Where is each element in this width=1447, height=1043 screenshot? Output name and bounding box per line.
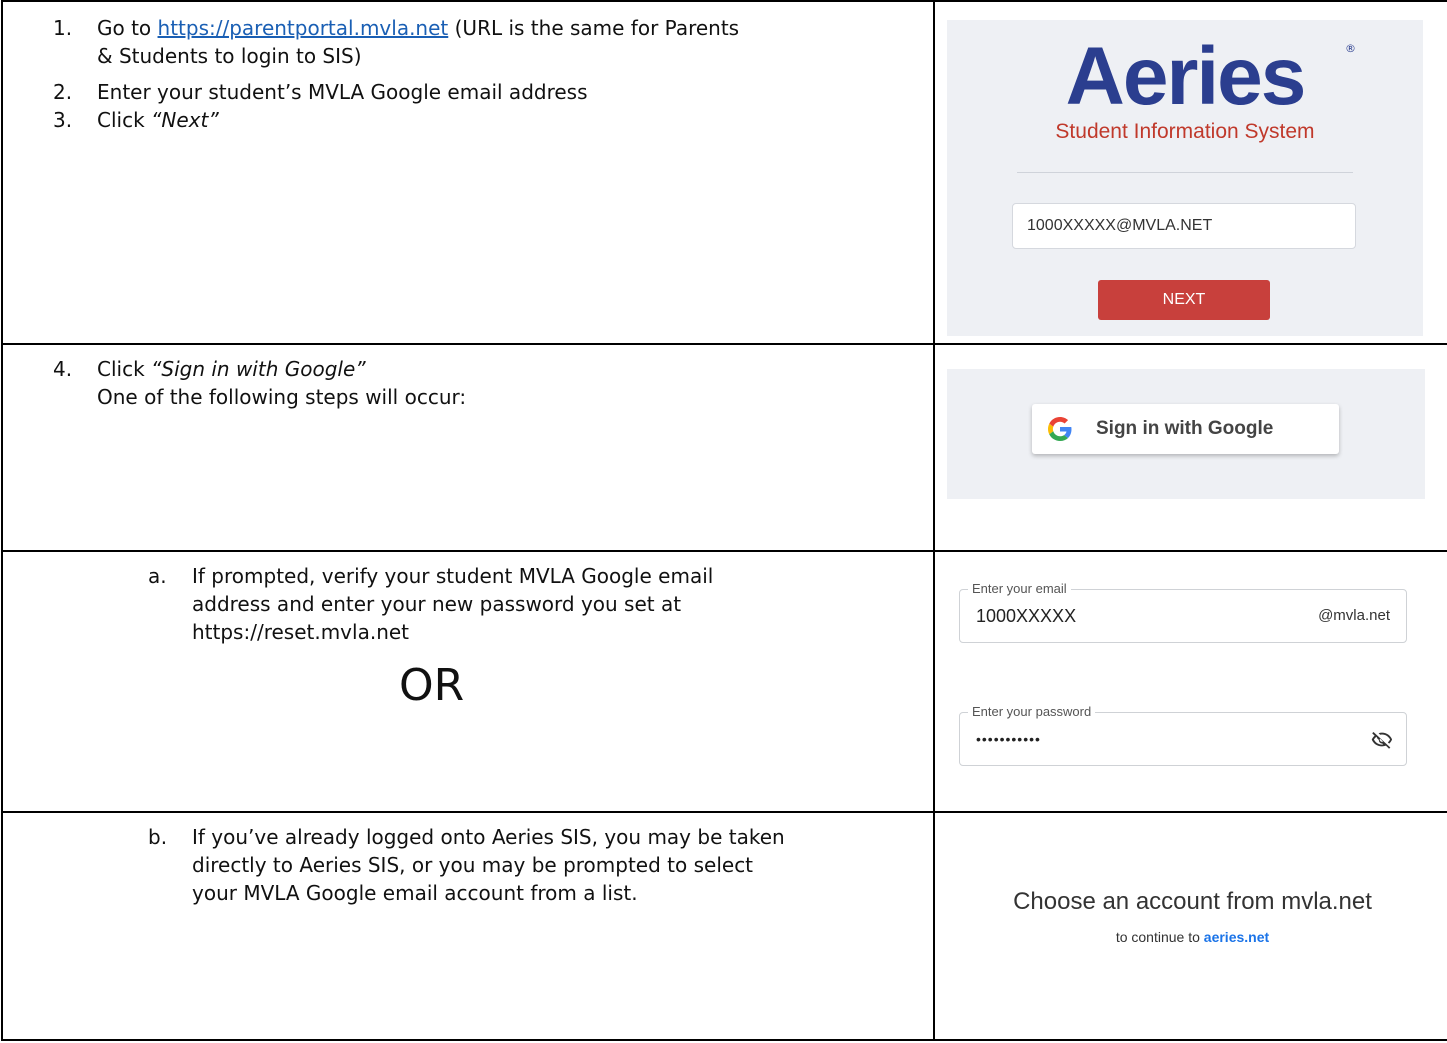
email-field[interactable]: Enter your email 1000XXXXX @mvla.net: [959, 581, 1407, 643]
step-cell-b: b. If you’ve already logged onto Aeries …: [1, 811, 935, 1041]
email-domain-suffix: @mvla.net: [1318, 607, 1390, 624]
parentportal-link[interactable]: https://parentportal.mvla.net: [158, 16, 449, 40]
screenshot-cell-1: Aeries ® Student Information System 1000…: [933, 0, 1447, 345]
sign-in-with-google-button[interactable]: Sign in with Google: [1032, 404, 1339, 454]
screenshot-cell-2: Sign in with Google: [933, 343, 1447, 552]
google-signin-panel: Sign in with Google: [947, 369, 1425, 499]
google-g-icon: [1048, 417, 1072, 441]
next-button[interactable]: NEXT: [1098, 280, 1270, 320]
step-cell-4: 4. Click “Sign in with Google” One of th…: [1, 343, 935, 552]
google-button-label: Sign in with Google: [1096, 418, 1274, 439]
screenshot-cell-4: Choose an account from mvla.net to conti…: [933, 811, 1447, 1041]
divider: [1017, 172, 1353, 173]
step-cell-a: a. If prompted, verify your student MVLA…: [1, 550, 935, 813]
instructions-table: 1. Go to https://parentportal.mvla.net (…: [1, 0, 1447, 1041]
step-cell-1: 1. Go to https://parentportal.mvla.net (…: [1, 0, 935, 345]
registered-mark: ®: [1345, 42, 1356, 55]
aeries-subtitle: Student Information System: [1055, 120, 1315, 143]
aeries-login-panel: Aeries ® Student Information System 1000…: [947, 20, 1423, 336]
choose-account-title: Choose an account from mvla.net: [1013, 888, 1372, 915]
aeries-link[interactable]: aeries.net: [1204, 929, 1269, 945]
or-separator: OR: [399, 660, 465, 711]
email-input[interactable]: 1000XXXXX@MVLA.NET: [1012, 203, 1356, 249]
password-field[interactable]: Enter your password •••••••••••: [959, 704, 1407, 766]
password-field-value: •••••••••••: [976, 731, 1041, 747]
visibility-off-icon[interactable]: [1370, 729, 1394, 751]
continue-to-line: to continue to aeries.net: [1115, 929, 1270, 945]
email-field-value: 1000XXXXX: [976, 606, 1077, 626]
screenshot-cell-3: Enter your email 1000XXXXX @mvla.net Ent…: [933, 550, 1447, 813]
